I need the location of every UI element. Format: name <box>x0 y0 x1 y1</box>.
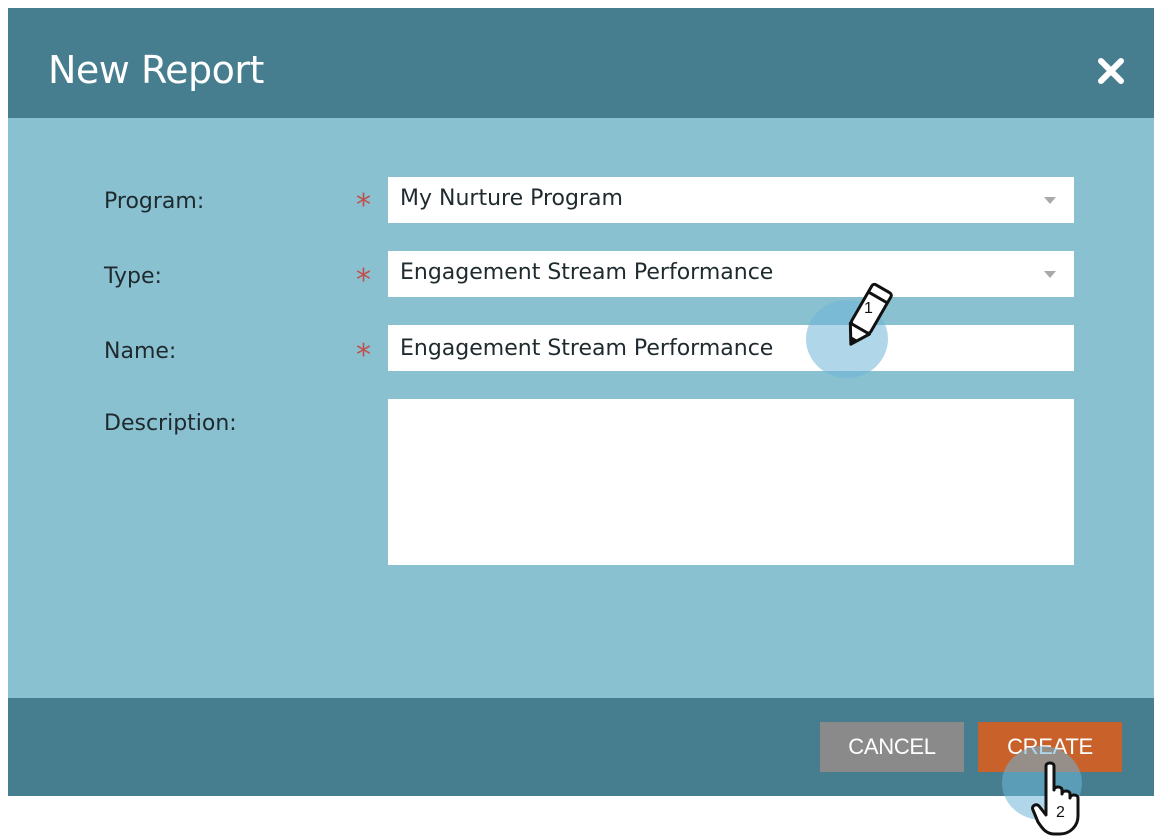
cancel-button[interactable]: CANCEL <box>820 722 964 772</box>
new-report-dialog: New Report Program: * My Nurture Program… <box>8 8 1154 796</box>
name-input[interactable] <box>388 325 1074 371</box>
type-select-value: Engagement Stream Performance <box>400 260 774 285</box>
chevron-down-icon <box>1044 197 1056 204</box>
type-select[interactable]: Engagement Stream Performance <box>388 251 1074 297</box>
hand-pointer-icon: 2 <box>1030 760 1086 836</box>
dialog-footer: CANCEL CREATE <box>8 698 1154 796</box>
step1-number: 1 <box>864 300 873 317</box>
description-textarea[interactable] <box>388 399 1074 565</box>
program-required-mark: * <box>356 188 371 223</box>
program-select[interactable]: My Nurture Program <box>388 177 1074 223</box>
description-label: Description: <box>104 411 237 436</box>
dialog-header: New Report <box>8 8 1154 118</box>
program-label: Program: <box>104 189 205 214</box>
name-label: Name: <box>104 339 177 364</box>
dialog-title: New Report <box>48 48 264 92</box>
type-required-mark: * <box>356 263 371 298</box>
pencil-cursor-icon: 1 <box>836 276 896 356</box>
close-icon[interactable] <box>1096 56 1126 86</box>
chevron-down-icon <box>1044 271 1056 278</box>
program-select-value: My Nurture Program <box>400 186 623 211</box>
name-required-mark: * <box>356 338 371 373</box>
step2-number: 2 <box>1056 804 1065 821</box>
type-label: Type: <box>104 264 162 289</box>
